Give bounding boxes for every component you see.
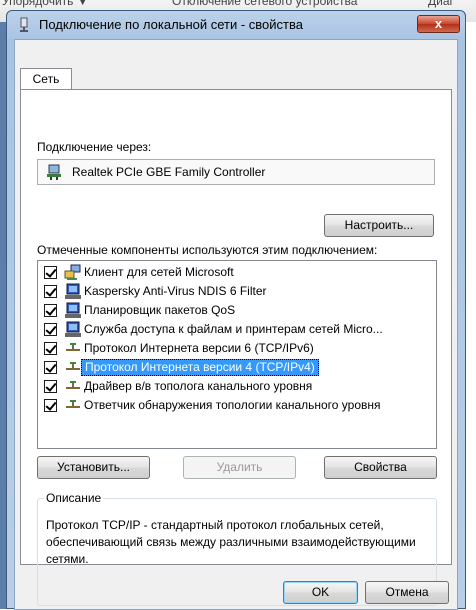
adapter-field: Realtek PCIe GBE Family Controller bbox=[37, 159, 435, 185]
cancel-button[interactable]: Отмена bbox=[365, 581, 449, 604]
checkbox[interactable] bbox=[44, 380, 57, 393]
checkbox[interactable] bbox=[44, 285, 57, 298]
checkbox[interactable] bbox=[44, 304, 57, 317]
protocol-icon bbox=[66, 362, 80, 370]
install-button[interactable]: Установить... bbox=[37, 456, 150, 479]
diagnose-command[interactable]: Диаг bbox=[428, 0, 454, 8]
tab-network[interactable]: Сеть bbox=[20, 68, 72, 90]
service-icon bbox=[65, 302, 81, 318]
item-label: Планировщик пакетов QoS bbox=[84, 303, 236, 317]
properties-dialog: Подключение по локальной сети - свойства… bbox=[6, 10, 466, 610]
components-list[interactable]: Клиент для сетей Microsoft Kaspersky Ant… bbox=[37, 260, 437, 449]
description-legend: Описание bbox=[44, 491, 104, 505]
item-label: Протокол Интернета версии 4 (TCP/IPv4) bbox=[81, 359, 319, 376]
protocol-icon bbox=[66, 400, 80, 408]
remove-button[interactable]: Удалить bbox=[183, 456, 296, 479]
service-icon bbox=[65, 321, 81, 337]
connect-via-label: Подключение через: bbox=[37, 140, 152, 154]
service-icon bbox=[65, 283, 81, 299]
disable-device-command[interactable]: Отключение сетевого устройства bbox=[172, 0, 357, 8]
configure-button[interactable]: Настроить... bbox=[324, 214, 434, 237]
item-label: Служба доступа к файлам и принтерам сете… bbox=[84, 322, 383, 336]
item-label: Клиент для сетей Microsoft bbox=[84, 265, 234, 279]
components-label: Отмеченные компоненты используются этим … bbox=[37, 243, 378, 257]
network-adapter-icon bbox=[47, 164, 61, 180]
close-button[interactable]: x bbox=[417, 15, 460, 33]
network-client-icon bbox=[64, 264, 81, 280]
organize-menu[interactable]: Упорядочить ▼ bbox=[2, 0, 89, 8]
adapter-name: Realtek PCIe GBE Family Controller bbox=[72, 165, 266, 179]
checkbox[interactable] bbox=[44, 342, 57, 355]
network-connection-icon bbox=[20, 17, 28, 32]
description-text: Протокол TCP/IP - стандартный протокол г… bbox=[46, 518, 416, 566]
ok-button[interactable]: OK bbox=[283, 581, 358, 604]
checkbox[interactable] bbox=[44, 361, 57, 374]
tab-page-network: Подключение через: Realtek PCIe GBE Fami… bbox=[20, 89, 452, 606]
item-label: Протокол Интернета версии 6 (TCP/IPv6) bbox=[84, 341, 314, 355]
item-label: Ответчик обнаружения топологии канальног… bbox=[84, 398, 381, 412]
checkbox[interactable] bbox=[44, 323, 57, 336]
item-label: Драйвер в/в тополога канального уровня bbox=[84, 379, 313, 393]
checkbox[interactable] bbox=[44, 266, 57, 279]
title-bar[interactable]: Подключение по локальной сети - свойства… bbox=[7, 11, 465, 39]
protocol-icon bbox=[66, 381, 80, 389]
window-title: Подключение по локальной сети - свойства bbox=[39, 17, 303, 32]
checkbox[interactable] bbox=[44, 399, 57, 412]
properties-button[interactable]: Свойства bbox=[324, 456, 437, 479]
protocol-icon bbox=[66, 343, 80, 351]
item-label: Kaspersky Anti-Virus NDIS 6 Filter bbox=[84, 284, 267, 298]
dialog-client-area: Сеть Подключение через: Realtek PCIe GBE… bbox=[14, 39, 458, 610]
